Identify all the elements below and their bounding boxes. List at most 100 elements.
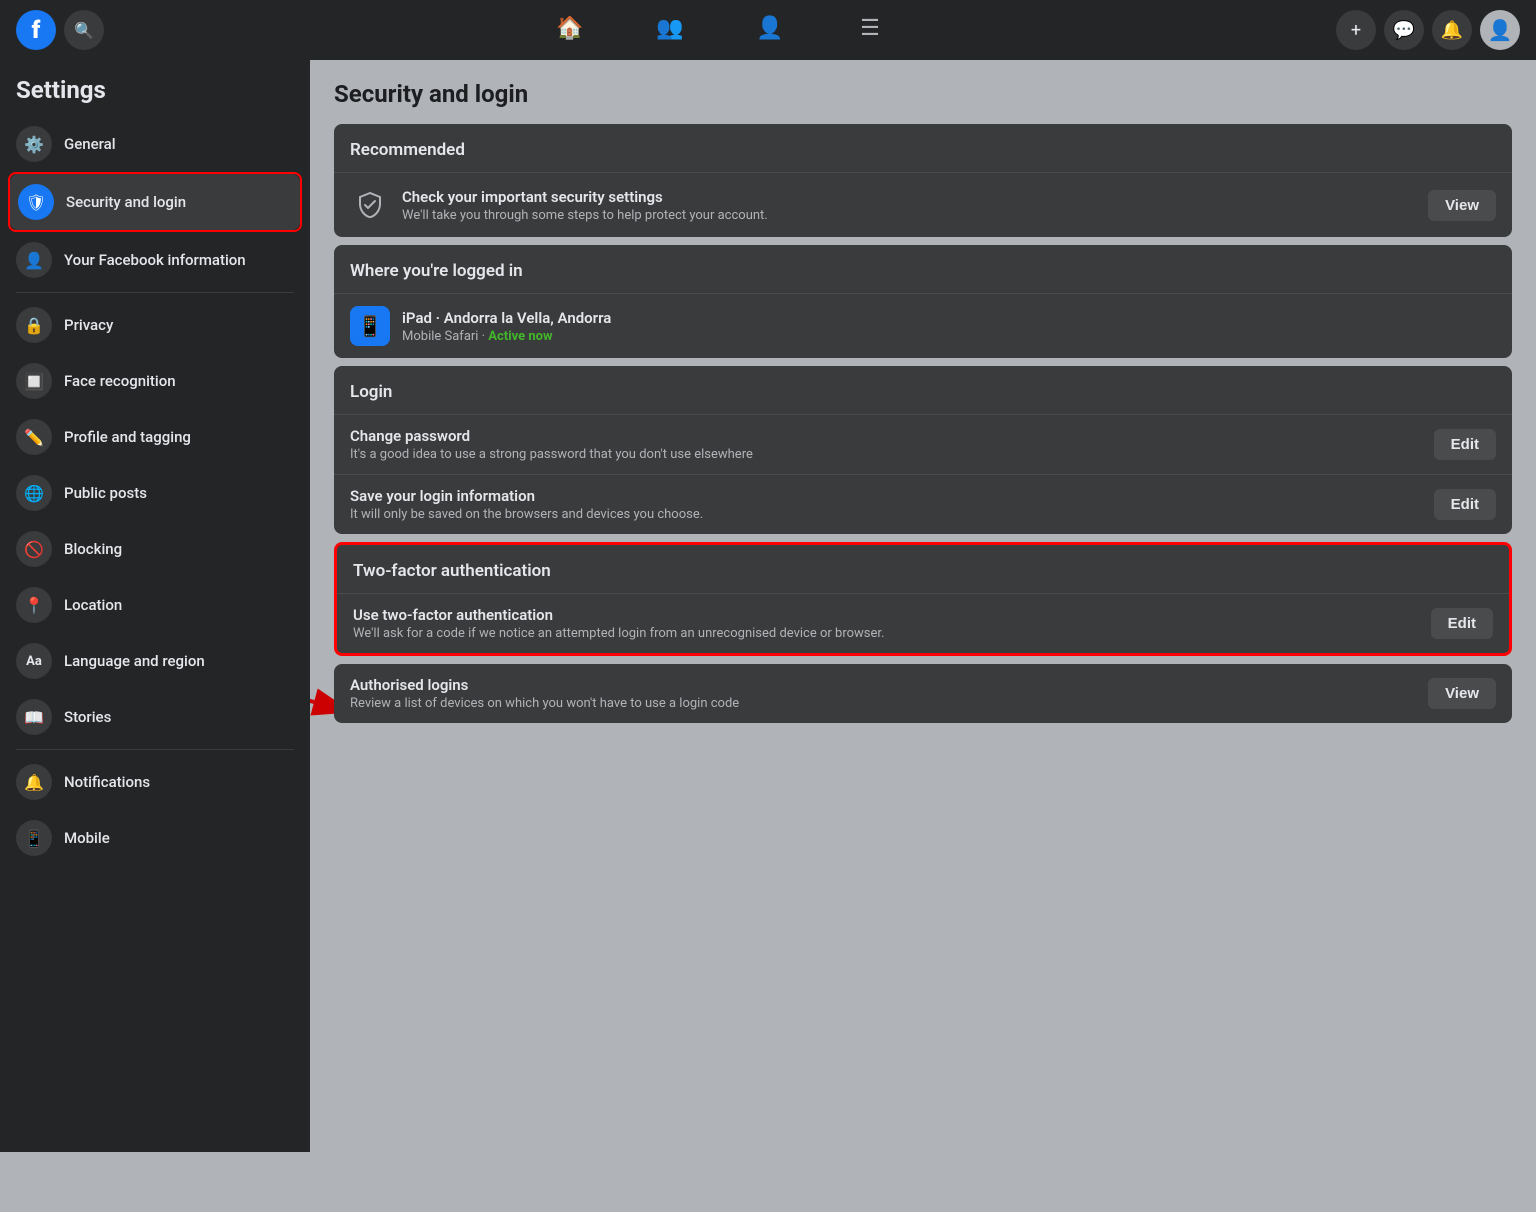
login-card: Login Change password It's a good idea t… (334, 366, 1512, 534)
annotation-arrow (310, 602, 334, 722)
profile-avatar[interactable]: 👤 (1480, 10, 1520, 50)
authorised-logins-view-button[interactable]: View (1428, 678, 1496, 709)
change-password-title: Change password (350, 427, 1422, 445)
sidebar-item-notifications[interactable]: 🔔 Notifications (8, 754, 302, 810)
sidebar-item-label-general: General (64, 135, 116, 153)
save-login-row: Save your login information It will only… (334, 475, 1512, 534)
tfa-title: Use two-factor authentication (353, 606, 1419, 624)
notifications-sidebar-icon: 🔔 (16, 764, 52, 800)
active-now-label: Active now (488, 329, 552, 344)
change-password-subtitle: It's a good idea to use a strong passwor… (350, 447, 1422, 462)
settings-sidebar: Settings ⚙️ General 🛡 Security and login… (0, 60, 310, 1152)
sidebar-item-mobile[interactable]: 📱 Mobile (8, 810, 302, 866)
save-login-title: Save your login information (350, 487, 1422, 505)
tfa-text: Use two-factor authentication We'll ask … (353, 606, 1419, 641)
main-content: Security and login Recommended Check you… (310, 60, 1536, 1152)
create-button[interactable]: + (1336, 10, 1376, 50)
tfa-card: Two-factor authentication Use two-factor… (334, 542, 1512, 656)
change-password-row: Change password It's a good idea to use … (334, 415, 1512, 475)
sidebar-item-label-public-posts: Public posts (64, 484, 147, 502)
security-check-title: Check your important security settings (402, 188, 1416, 206)
save-login-subtitle: It will only be saved on the browsers an… (350, 507, 1422, 522)
device-browser: Mobile Safari · Active now (402, 329, 1496, 344)
nav-menu-button[interactable]: ☰ (820, 6, 920, 54)
sidebar-item-label-notifications: Notifications (64, 773, 150, 791)
sidebar-item-face[interactable]: 🔲 Face recognition (8, 353, 302, 409)
authorised-logins-text: Authorised logins Review a list of devic… (350, 676, 1416, 711)
sidebar-divider-2 (16, 749, 294, 750)
sidebar-title: Settings (8, 76, 302, 116)
change-password-action: Edit (1434, 429, 1496, 460)
location-icon: 📍 (16, 587, 52, 623)
sidebar-item-label-location: Location (64, 596, 122, 614)
sidebar-item-fb-info[interactable]: 👤 Your Facebook information (8, 232, 302, 288)
public-posts-icon: 🌐 (16, 475, 52, 511)
authorised-logins-subtitle: Review a list of devices on which you wo… (350, 696, 1416, 711)
tfa-row: Use two-factor authentication We'll ask … (337, 594, 1509, 653)
privacy-icon: 🔒 (16, 307, 52, 343)
sidebar-item-label-mobile: Mobile (64, 829, 110, 847)
sidebar-item-profile-tagging[interactable]: ✏️ Profile and tagging (8, 409, 302, 465)
face-icon: 🔲 (16, 363, 52, 399)
mobile-icon: 📱 (16, 820, 52, 856)
sidebar-item-label-fb-info: Your Facebook information (64, 251, 246, 269)
authorised-logins-title: Authorised logins (350, 676, 1416, 694)
sidebar-divider (16, 292, 294, 293)
profile-tagging-icon: ✏️ (16, 419, 52, 455)
nav-friends-button[interactable]: 👥 (620, 6, 720, 54)
search-button[interactable]: 🔍 (64, 10, 104, 50)
facebook-logo: f (16, 10, 56, 50)
sidebar-item-label-blocking: Blocking (64, 540, 122, 558)
authorised-logins-row: Authorised logins Review a list of devic… (334, 664, 1512, 723)
security-check-subtitle: We'll take you through some steps to hel… (402, 208, 1416, 223)
sidebar-item-stories[interactable]: 📖 Stories (8, 689, 302, 745)
sidebar-item-label-privacy: Privacy (64, 316, 113, 334)
tfa-edit-button[interactable]: Edit (1431, 608, 1493, 639)
tfa-action: Edit (1431, 608, 1493, 639)
tfa-header: Two-factor authentication (337, 545, 1509, 594)
blocking-icon: 🚫 (16, 531, 52, 567)
notifications-button[interactable]: 🔔 (1432, 10, 1472, 50)
sidebar-item-label-profile-tagging: Profile and tagging (64, 428, 191, 446)
stories-icon: 📖 (16, 699, 52, 735)
change-password-edit-button[interactable]: Edit (1434, 429, 1496, 460)
recommended-header: Recommended (334, 124, 1512, 173)
device-row: 📱 iPad · Andorra la Vella, Andorra Mobil… (334, 294, 1512, 358)
language-icon: Aa (16, 643, 52, 679)
page-title: Security and login (334, 80, 1512, 108)
sidebar-item-general[interactable]: ⚙️ General (8, 116, 302, 172)
sidebar-item-label-face: Face recognition (64, 372, 176, 390)
sidebar-item-label-stories: Stories (64, 708, 111, 726)
device-icon: 📱 (350, 306, 390, 346)
sidebar-item-blocking[interactable]: 🚫 Blocking (8, 521, 302, 577)
security-check-row: Check your important security settings W… (334, 173, 1512, 237)
save-login-action: Edit (1434, 489, 1496, 520)
device-text: iPad · Andorra la Vella, Andorra Mobile … (402, 309, 1496, 344)
tfa-subtitle: We'll ask for a code if we notice an att… (353, 626, 1419, 641)
security-icon: 🛡 (18, 184, 54, 220)
security-check-text: Check your important security settings W… (402, 188, 1416, 223)
logged-in-card: Where you're logged in 📱 iPad · Andorra … (334, 245, 1512, 358)
sidebar-item-location[interactable]: 📍 Location (8, 577, 302, 633)
messenger-button[interactable]: 💬 (1384, 10, 1424, 50)
nav-groups-button[interactable]: 👤 (720, 6, 820, 54)
sidebar-item-security[interactable]: 🛡 Security and login (10, 174, 300, 230)
top-navigation: f 🔍 🏠 👥 👤 ☰ + 💬 🔔 👤 (0, 0, 1536, 60)
sidebar-item-privacy[interactable]: 🔒 Privacy (8, 297, 302, 353)
authorised-logins-action: View (1428, 678, 1496, 709)
sidebar-item-label-security: Security and login (66, 193, 186, 211)
sidebar-item-label-language: Language and region (64, 652, 205, 670)
nav-home-button[interactable]: 🏠 (520, 6, 620, 54)
sidebar-item-public-posts[interactable]: 🌐 Public posts (8, 465, 302, 521)
tfa-container: Two-factor authentication Use two-factor… (334, 542, 1512, 656)
shield-check-icon (350, 185, 390, 225)
login-header: Login (334, 366, 1512, 415)
device-name: iPad · Andorra la Vella, Andorra (402, 309, 1496, 327)
change-password-text: Change password It's a good idea to use … (350, 427, 1422, 462)
save-login-edit-button[interactable]: Edit (1434, 489, 1496, 520)
sidebar-item-language[interactable]: Aa Language and region (8, 633, 302, 689)
fb-info-icon: 👤 (16, 242, 52, 278)
recommended-card: Recommended Check your important securit… (334, 124, 1512, 237)
security-check-view-button[interactable]: View (1428, 190, 1496, 221)
security-check-action: View (1428, 190, 1496, 221)
